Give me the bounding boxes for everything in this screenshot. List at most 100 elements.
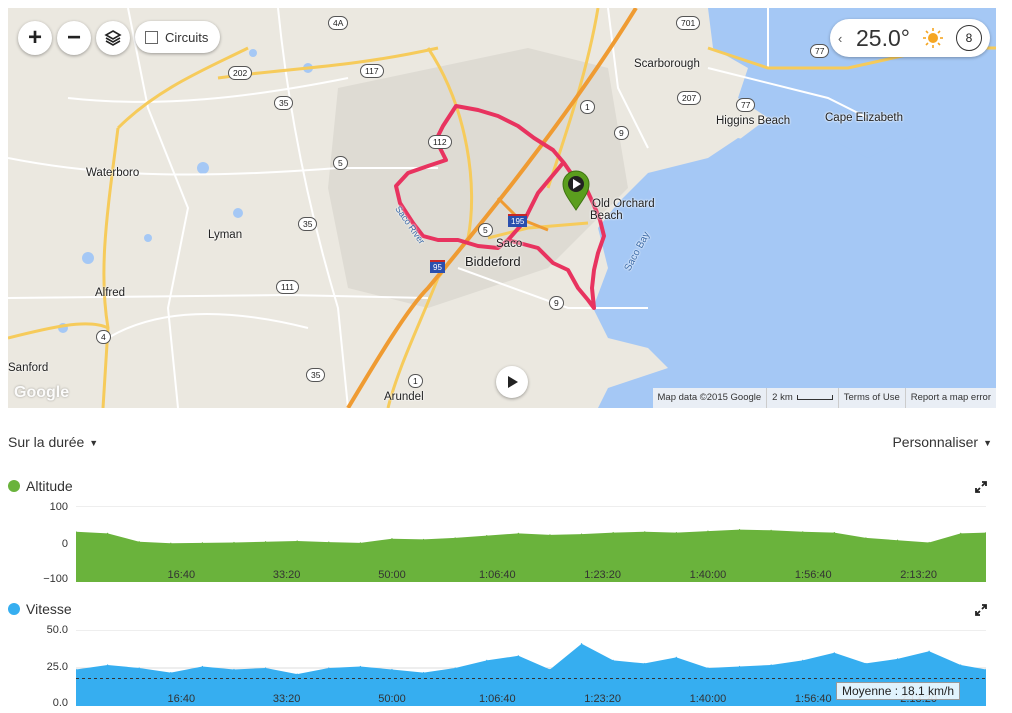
speed-point — [486, 659, 488, 661]
route-shield: 701 — [676, 16, 701, 30]
altitude-point — [138, 541, 140, 543]
route-shield: 202 — [228, 66, 253, 80]
altitude-point — [233, 541, 235, 544]
altitude-point — [738, 528, 741, 531]
expand-speed-icon[interactable] — [975, 604, 987, 616]
route-shield: 1 — [580, 100, 595, 114]
speed-point — [644, 662, 646, 665]
speed-ytick: 25.0 — [46, 661, 68, 673]
zoom-in-button[interactable]: + — [18, 21, 52, 55]
altitude-point — [549, 534, 551, 536]
speed-legend[interactable]: Vitesse — [8, 601, 72, 617]
zoom-out-button[interactable]: − — [57, 21, 91, 55]
speed-point — [170, 671, 172, 674]
speed-point — [549, 668, 551, 671]
altitude-ytick: 100 — [49, 501, 68, 513]
altitude-point — [644, 531, 646, 533]
map-label-old-orchard: Old Orchard — [592, 198, 655, 210]
temperature-value: 25.0° — [856, 24, 910, 51]
weather-widget[interactable]: ‹ 25.0° 8 — [830, 19, 990, 57]
route-shield: 117 — [360, 64, 384, 78]
route-map[interactable]: Scarborough Higgins Beach Cape Elizabeth… — [8, 8, 996, 408]
map-label-higgins-beach: Higgins Beach — [716, 115, 791, 127]
expand-altitude-icon[interactable] — [975, 481, 987, 493]
route-shield: 9 — [614, 126, 629, 140]
speed-point — [296, 673, 298, 675]
map-data-credit: Map data ©2015 Google — [657, 392, 762, 403]
speed-point — [896, 658, 899, 660]
altitude-point — [391, 538, 393, 540]
route-shield: 111 — [276, 280, 299, 294]
altitude-area — [76, 529, 986, 582]
map-label-alfred: Alfred — [95, 287, 126, 299]
report-error-link[interactable]: Report a map error — [904, 388, 996, 408]
altitude-ytick: −100 — [43, 573, 68, 585]
route-shield: 207 — [677, 91, 702, 105]
route-shield: 35 — [298, 217, 318, 231]
speed-point — [833, 652, 835, 654]
circuits-toggle[interactable]: Circuits — [135, 21, 221, 53]
speed-ytick: 0.0 — [52, 697, 68, 709]
customize-dropdown[interactable]: Personnaliser ▼ — [892, 434, 992, 450]
map-canvas — [8, 8, 996, 408]
caret-down-icon: ▼ — [89, 438, 99, 449]
altitude-dot-icon — [8, 480, 20, 492]
terms-link[interactable]: Terms of Use — [837, 388, 905, 408]
speed-point — [201, 665, 203, 668]
altitude-point — [359, 542, 361, 544]
speed-xtick: 33:20 — [273, 693, 301, 705]
altitude-legend[interactable]: Altitude — [8, 478, 73, 494]
chart-toolbar: Sur la durée ▼ Personnaliser ▼ — [8, 434, 992, 454]
altitude-xtick: 1:56:40 — [795, 569, 832, 581]
altitude-point — [802, 531, 804, 533]
altitude-point — [201, 542, 203, 544]
speed-point — [580, 643, 583, 645]
altitude-point — [296, 540, 298, 542]
route-shield: 77 — [736, 98, 756, 112]
altitude-point — [865, 537, 867, 539]
route-shield: 5 — [478, 223, 493, 237]
altitude-chart: 16:40 33:20 50:00 1:06:40 1:23:20 1:40:00 1:56… — [76, 506, 986, 582]
speed-point — [138, 667, 140, 669]
altitude-point — [454, 537, 456, 539]
altitude-point — [960, 532, 962, 534]
speed-point — [233, 668, 235, 671]
speed-point — [738, 665, 741, 668]
speed-point — [422, 671, 425, 674]
route-shield: 112 — [428, 135, 452, 149]
speed-point — [264, 667, 267, 669]
interstate-shield: 95 — [430, 260, 445, 273]
map-scale: 2 km — [766, 388, 838, 408]
speed-point — [707, 667, 709, 669]
altitude-point — [612, 532, 614, 534]
altitude-xtick: 33:20 — [273, 569, 301, 581]
route-shield: 35 — [274, 96, 294, 110]
caret-down-icon: ▼ — [983, 438, 992, 449]
chevron-left-icon[interactable]: ‹ — [838, 31, 852, 46]
speed-point — [960, 664, 962, 666]
route-shield: 1 — [408, 374, 423, 388]
altitude-xtick: 1:40:00 — [690, 569, 727, 581]
map-label-saco: Saco — [496, 238, 523, 250]
altitude-point — [833, 532, 835, 534]
speed-xtick: 1:23:20 — [584, 693, 621, 705]
layers-button[interactable] — [96, 21, 130, 55]
altitude-point — [928, 541, 930, 544]
map-label-sanford: Sanford — [8, 362, 49, 374]
google-logo: Google — [14, 384, 70, 401]
altitude-xtick: 16:40 — [168, 569, 196, 581]
map-label-arundel: Arundel — [384, 391, 424, 403]
speed-xtick: 1:56:40 — [795, 693, 832, 705]
route-shield: 35 — [306, 368, 326, 382]
interstate-shield: 195 — [508, 214, 528, 227]
duration-dropdown[interactable]: Sur la durée ▼ — [8, 434, 98, 450]
speed-point — [770, 664, 772, 666]
altitude-xtick: 1:06:40 — [479, 569, 516, 581]
play-route-button[interactable] — [496, 366, 528, 398]
circuits-checkbox[interactable] — [145, 30, 158, 44]
layers-icon — [104, 30, 122, 46]
speed-dot-icon — [8, 603, 20, 615]
altitude-point — [707, 530, 709, 532]
route-shield: 4A — [328, 16, 349, 30]
map-label-beach: Beach — [590, 210, 623, 222]
